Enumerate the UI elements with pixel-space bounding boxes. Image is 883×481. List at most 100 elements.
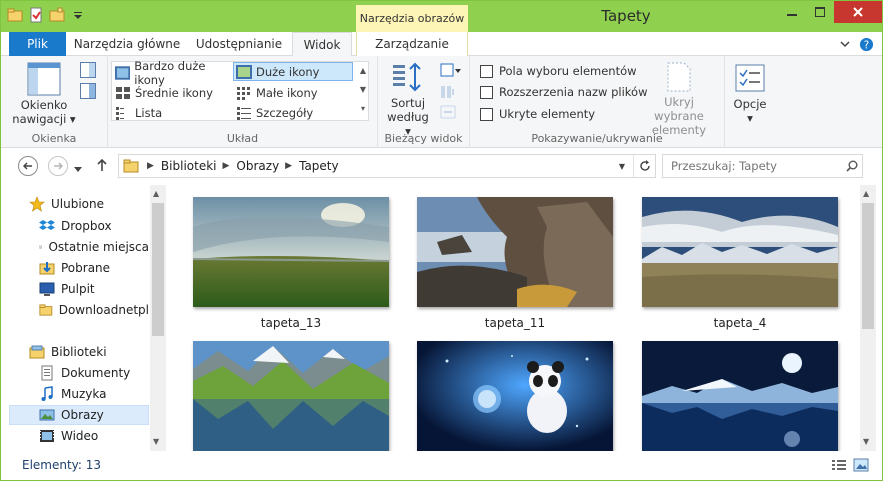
nav-pane-scrollbar[interactable]: ▲ ▼ [150,185,166,451]
nav-item-video[interactable]: Wideo [9,426,149,446]
address-dropdown-icon[interactable]: ▼ [619,162,625,171]
thumbnail [193,197,389,307]
close-button[interactable] [834,1,882,23]
options-icon [735,64,765,92]
search-input[interactable] [671,156,846,176]
nav-item-recent-places[interactable]: Ostatnie miejsca [9,237,149,257]
scrollbar-thumb[interactable] [862,203,874,329]
hide-selected-label-1: Ukryj wybrane [654,95,704,123]
layout-medium-icons[interactable]: Średnie ikony [113,83,231,102]
nav-item-downloads[interactable]: Pobrane [9,258,149,278]
gallery-up-icon[interactable]: ▲ [358,61,368,80]
nav-item-documents[interactable]: Dokumenty [9,363,149,383]
recent-locations-button[interactable] [74,162,82,176]
thumbnail [417,341,613,451]
navigation-pane-label-2: nawigacji [12,112,67,126]
file-item[interactable]: tapeta_11 [417,197,613,330]
gallery-scroll[interactable]: ▲ ▼ ▾ [358,61,368,121]
checkbox[interactable] [480,107,493,121]
item-checkboxes-toggle[interactable]: Pola wyboru elementów [480,64,637,78]
nav-item-favorites[interactable]: Ulubione [9,194,149,214]
file-name: tapeta_4 [713,316,767,330]
expand-ribbon-button[interactable] [837,36,853,52]
large-icons-view-icon[interactable] [853,457,869,473]
navigation-pane-label-1: Okienko [20,98,68,112]
breadcrumb-wallpapers[interactable]: Tapety [299,159,339,173]
refresh-icon [639,160,650,171]
back-button[interactable] [18,156,38,176]
checkbox[interactable] [480,85,493,99]
hide-selected-button[interactable]: Ukryj wybrane elementy [638,62,720,137]
address-bar[interactable]: ▶ Biblioteki ▶ Obrazy ▶ Tapety ▼ [118,154,656,178]
layout-small-icons[interactable]: Małe ikony [234,83,352,102]
details-pane-icon[interactable] [80,83,96,99]
gallery-more-icon[interactable]: ▾ [358,99,368,118]
file-item[interactable] [417,341,613,451]
nav-item-downloadnetpl[interactable]: Downloadnetpl [9,300,149,320]
forward-button[interactable] [48,156,68,176]
sort-by-button[interactable]: Sortuj według ▾ [383,62,433,138]
preview-pane-icon[interactable] [80,62,96,78]
refresh-button[interactable] [633,155,655,177]
sort-by-label-1: Sortuj [390,96,426,110]
gallery-down-icon[interactable]: ▼ [358,80,368,99]
dropbox-icon [39,220,55,230]
ribbon-tabs: Plik Narzędzia główne Udostępnianie Wido… [1,32,882,57]
tab-manage[interactable]: Zarządzanie [356,32,468,56]
breadcrumb-separator[interactable]: ▶ [147,161,154,171]
file-item[interactable] [193,341,389,451]
file-name: tapeta_11 [484,316,546,330]
group-options: Opcje ▾ [725,56,775,148]
group-label-panes: Okienka [31,132,77,145]
extra-large-icons-icon [115,65,131,80]
tab-home[interactable]: Narzędzia główne [71,32,183,56]
new-folder-icon[interactable] [49,7,65,23]
search-icon[interactable] [846,160,858,172]
content-scrollbar[interactable]: ▲ ▼ [860,185,876,451]
breadcrumb-separator[interactable]: ▶ [223,161,230,171]
help-button[interactable]: ? [858,36,874,52]
nav-item-desktop[interactable]: Pulpit [9,279,149,299]
breadcrumb-separator[interactable]: ▶ [285,161,292,171]
options-button[interactable]: Opcje ▾ [729,64,771,125]
file-item[interactable] [642,341,838,451]
minimize-button[interactable] [778,1,806,23]
nav-item-pictures[interactable]: Obrazy [9,405,149,425]
file-item[interactable]: tapeta_13 [193,197,389,330]
group-by-icon[interactable] [440,63,462,79]
customize-toolbar-icon[interactable] [70,7,86,23]
nav-item-music[interactable]: Muzyka [9,384,149,404]
breadcrumb-pictures[interactable]: Obrazy [236,159,279,173]
nav-item-dropbox[interactable]: Dropbox [9,216,149,236]
video-icon [40,430,54,442]
layout-details[interactable]: Szczegóły [234,103,352,122]
layout-large-icons[interactable]: Duże ikony [233,62,353,81]
search-box[interactable] [662,154,863,178]
group-current-view: Sortuj według ▾ Bieżący widok [378,56,470,148]
scroll-up-icon[interactable]: ▲ [863,189,869,198]
folder-icon [7,8,23,22]
layout-list[interactable]: Lista [113,103,231,122]
navigation-pane: Ulubione Dropbox Ostatnie miejsca Pobran… [1,185,166,451]
scrollbar-thumb[interactable] [152,203,164,336]
tab-file[interactable]: Plik [9,32,66,56]
breadcrumb-libraries[interactable]: Biblioteki [161,159,217,173]
up-button[interactable] [96,158,108,175]
layout-extra-large-icons[interactable]: Bardzo duże ikony [113,59,235,87]
file-item[interactable]: tapeta_4 [642,197,838,330]
checkbox[interactable] [480,64,493,78]
hidden-items-toggle[interactable]: Ukryte elementy [480,107,595,121]
maximize-button[interactable] [806,1,834,23]
scroll-down-icon[interactable]: ▼ [153,437,159,446]
context-tab-group-label: Narzędzia obrazów [356,5,468,32]
file-extensions-toggle[interactable]: Rozszerzenia nazw plików [480,85,648,99]
scroll-up-icon[interactable]: ▲ [153,189,159,198]
navigation-pane-button[interactable]: Okienko nawigacji ▾ [11,62,77,126]
properties-icon[interactable] [28,7,44,23]
tab-view[interactable]: Widok [292,32,352,57]
details-view-icon[interactable] [831,457,847,473]
tab-share[interactable]: Udostępnianie [191,32,287,56]
scroll-down-icon[interactable]: ▼ [863,437,869,446]
sort-by-label-2: według [387,110,429,124]
nav-item-libraries[interactable]: Biblioteki [9,342,149,362]
